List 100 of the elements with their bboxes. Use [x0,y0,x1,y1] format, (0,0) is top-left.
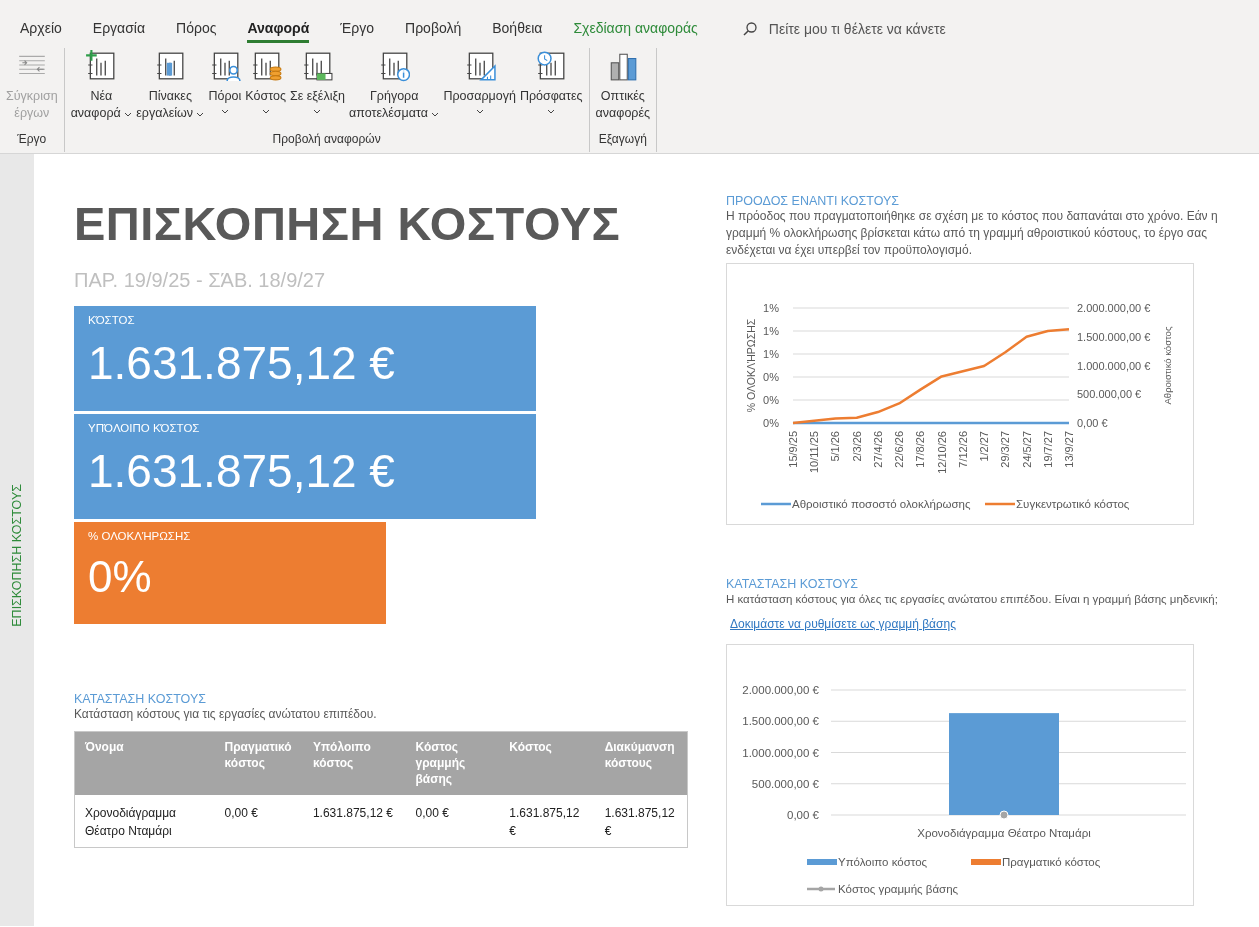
ribbon-tab[interactable]: Εργασία [92,15,146,43]
column-header: Πραγματικό κόστος [214,731,303,795]
section-description: Κατάσταση κόστους για τις εργασίες ανώτατου επιπέδου. [74,706,378,723]
legend-label: Αθροιστικό ποσοστό ολοκλήρωσης [792,498,971,510]
tick-label: 1.000.000,00 € [1077,359,1151,372]
tick-label: 0,00 € [1077,417,1108,429]
ribbon-button[interactable]: Πόροι [206,48,244,128]
tick-label: 10/11/25 [808,431,821,473]
tick-label: 19/7/27 [1041,431,1054,468]
tick-label: 22/6/26 [893,431,906,468]
column-header: Κόστος γραμμής βάσης [405,731,500,795]
group-label: Έργο [16,131,48,148]
caret-icon [220,109,229,114]
kpi-value: 0% [88,552,153,602]
tick-label: 2/3/26 [850,431,863,462]
ribbon-tab[interactable]: Πόρος [176,15,217,43]
ribbon-button[interactable]: Πίνακες εργαλείων [134,48,207,128]
ribbon-tab[interactable]: Σχεδίαση αναφοράς [573,15,698,43]
tick-label: 2.000.000,00 € [742,684,819,696]
table-cell: 0,00 € [214,795,303,848]
ribbon-button[interactable]: Προσαρμογή [441,48,518,128]
kpi-value: 1.631.875,12 € [88,336,396,390]
ribbon-button[interactable]: Οπτικές αναφορές [593,48,653,128]
section-heading: ΠΡΟΟΔΟΣ ΕΝΑΝΤΙ ΚΟΣΤΟΥΣ [726,194,901,208]
section-description: Η κατάσταση κόστους για όλες τις εργασίες ανώτατου επιπέδου. Είναι η γραμμή βάσης μηδενική; [726,592,1219,607]
kpi-value: 1.631.875,12 € [88,444,396,498]
column-header: Υπόλοιπο κόστος [302,731,406,795]
caret-icon [313,109,322,114]
legend-swatch [971,859,1001,865]
tick-label: 1/2/27 [978,431,991,462]
search-icon [742,22,757,36]
tick-label: 7/12/26 [956,431,969,468]
tick-label: 15/9/25 [787,431,799,468]
ribbon-button[interactable]: Σε εξέλιξη [287,48,347,128]
ribbon-button[interactable]: Πρόσφατες [517,48,585,128]
tick-label: 1.000.000,00 € [742,746,819,759]
caret-icon [431,112,440,117]
table-cell: 1.631.875,12 € [594,795,688,848]
tick-label: 0% [763,394,779,406]
tick-label: 17/8/26 [914,431,927,468]
tick-label: 1.500.000,00 € [742,715,819,728]
section-heading: ΚΑΤΑΣΤΑΣΗ ΚΟΣΤΟΥΣ [74,692,207,706]
tick-label: 1% [763,348,779,360]
side-label: ΕΠΙΣΚΟΠΗΣΗ ΚΟΣΤΟΥΣ [10,483,24,627]
tick-label: 500.000,00 € [751,777,819,790]
baseline-link[interactable]: Δοκιμάστε να ρυθμίσετε ως γραμμή βάσης [730,617,956,631]
tick-label: 13/9/27 [1063,431,1075,468]
column-header: Όνομα [74,731,215,795]
table-cell: 1.631.875,12 € [499,795,595,848]
search-field[interactable]: Πείτε μου τι θέλετε να κάνετε [766,20,1031,38]
tick-label: 0,00 € [787,809,819,821]
tick-label: 5/1/26 [829,431,842,462]
legend-label: Συγκεντρωτικό κόστος [1016,498,1130,510]
tick-label: 24/5/27 [1020,431,1033,468]
date-range: ΠΑΡ. 19/9/25 - ΣΆΒ. 18/9/27 [74,269,327,292]
table-cell: Χρονοδιάγραμμα Θέατρο Νταμάρι [74,795,215,848]
kpi-label: ΥΠΌΛΟΙΠΟ ΚΌΣΤΟΣ [88,422,201,434]
ribbon-tab[interactable]: Έργο [340,15,374,43]
axis-title: % ΟΛΟΚΛΉΡΩΣΗΣ [745,318,757,413]
legend-label: Κόστος γραμμής βάσης [838,883,959,895]
legend-label: Πραγματικό κόστος [1002,856,1101,868]
caret-icon [124,112,133,117]
caret-icon [261,109,270,114]
group-label: Εξαγωγή [597,131,648,148]
ribbon-button[interactable]: Κόστος [243,48,288,128]
section-heading: ΚΑΤΑΣΤΑΣΗ ΚΟΣΤΟΥΣ [726,577,859,591]
legend-swatch [985,502,1015,506]
tick-label: 500.000,00 € [1077,388,1142,401]
column-header: Διακύμανση κόστους [594,731,688,795]
ribbon-tab[interactable]: Προβολή [405,15,462,43]
column-header: Κόστος [499,731,595,795]
axis-title: Αθροιστικό κόστος [1162,326,1173,405]
category-label: Χρονοδιάγραμμα Θέατρο Νταμάρι [917,827,1091,839]
table-cell: 1.631.875,12 € [302,795,406,848]
tick-label: 0% [763,417,779,429]
tick-label: 29/3/27 [999,431,1012,468]
tick-label: 12/10/26 [935,431,948,474]
ribbon-tab[interactable]: Αρχείο [20,15,62,43]
caret-icon [475,109,484,114]
ribbon-tab[interactable]: Βοήθεια [492,15,543,43]
section-description: Η πρόοδος που πραγματοποιήθηκε σε σχέση με το κόστος που δαπανάται στο χρόνο. Εάν η γραμμή % ολοκλήρωσης βρίσκεται κάτω από τη γραμμή αθροιστικού κόστους, το έργο σας ενδέχεται να έχει υπερβεί τον προϋπολογισμό. [726,208,1219,259]
tick-label: 2.000.000,00 € [1077,302,1151,314]
legend-swatch [807,886,835,892]
tick-label: 1% [763,325,779,337]
legend-label: Υπόλοιπο κόστος [838,856,928,868]
legend-swatch [761,502,791,506]
kpi-label: % ΟΛΟΚΛΉΡΩΣΗΣ [88,530,192,542]
legend-swatch [807,859,837,865]
caret-icon [196,112,205,117]
ribbon-button[interactable]: Γρήγορα αποτελέσματα [347,48,442,128]
group-label: Προβολή αναφορών [271,131,382,148]
caret-icon [547,109,556,114]
tick-label: 27/4/26 [871,431,884,468]
tick-label: 1.500.000,00 € [1077,330,1151,343]
report-title: ΕΠΙΣΚΟΠΗΣΗ ΚΟΣΤΟΥΣ [74,196,622,251]
ribbon-tab[interactable]: Αναφορά [247,15,310,43]
ribbon-button[interactable]: Νέα αναφορά [68,48,135,128]
kpi-label: ΚΌΣΤΟΣ [88,314,136,326]
table-cell: 0,00 € [405,795,500,848]
tick-label: 1% [763,302,779,314]
